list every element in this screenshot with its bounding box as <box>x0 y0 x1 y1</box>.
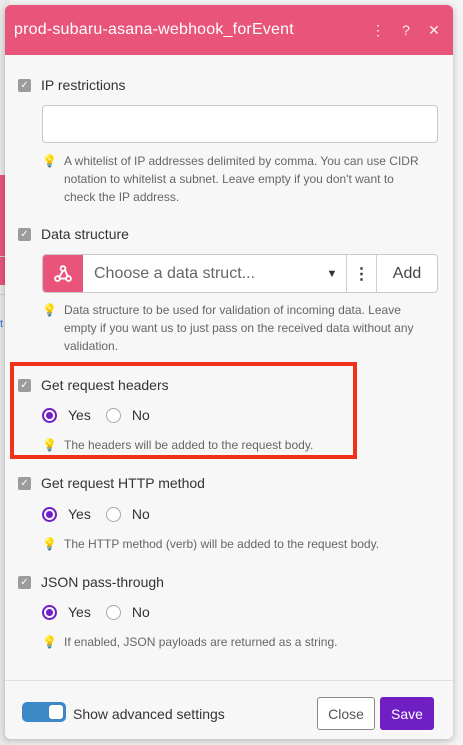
json-passthrough-hint: 💡 If enabled, JSON payloads are returned… <box>42 633 420 651</box>
http-method-no-option[interactable]: No <box>105 506 150 522</box>
checkbox-icon[interactable]: ✓ <box>18 575 31 589</box>
more-vertical-icon[interactable]: ⋮ <box>367 22 389 39</box>
ip-restrictions-input[interactable] <box>42 105 438 143</box>
lightbulb-icon: 💡 <box>42 154 57 168</box>
http-method-section: ✓ Get request HTTP method <box>18 475 205 491</box>
data-structure-select[interactable]: Choose a data struct... ▼ <box>83 255 347 292</box>
background-link-fragment: t <box>0 318 4 330</box>
highlight-box <box>10 362 357 459</box>
json-passthrough-radio-group: Yes No <box>42 604 165 620</box>
dialog-header: prod-subaru-asana-webhook_forEvent ⋮ ? ✕ <box>5 5 453 55</box>
help-icon[interactable]: ? <box>395 22 417 38</box>
radio-selected-icon[interactable] <box>42 604 57 620</box>
http-method-yes-label: Yes <box>68 506 91 522</box>
http-method-label: Get request HTTP method <box>41 475 205 491</box>
data-structure-section: ✓ Data structure <box>18 226 129 242</box>
chevron-down-icon: ▼ <box>326 267 338 280</box>
radio-unselected-icon[interactable] <box>105 604 121 620</box>
data-structure-hint-text: Data structure to be used for validation… <box>64 303 414 353</box>
advanced-settings-toggle[interactable] <box>22 702 66 722</box>
http-method-radio-group: Yes No <box>42 506 165 522</box>
json-passthrough-label: JSON pass-through <box>41 574 164 590</box>
data-structure-placeholder: Choose a data struct... <box>94 264 255 282</box>
ip-restrictions-section: ✓ IP restrictions <box>18 77 126 93</box>
data-structure-hint: 💡 Data structure to be used for validati… <box>42 301 420 355</box>
json-passthrough-hint-text: If enabled, JSON payloads are returned a… <box>64 635 338 649</box>
lightbulb-icon: 💡 <box>42 303 57 317</box>
http-method-yes-option[interactable]: Yes <box>42 506 91 522</box>
dialog-footer: Show advanced settings Close Save <box>5 680 453 739</box>
ip-restrictions-hint: 💡 A whitelist of IP addresses delimited … <box>42 152 420 206</box>
data-structure-menu-button[interactable]: ⋮ <box>347 255 377 292</box>
save-button[interactable]: Save <box>380 697 434 730</box>
dialog-title: prod-subaru-asana-webhook_forEvent <box>14 21 294 38</box>
lightbulb-icon: 💡 <box>42 635 57 649</box>
lightbulb-icon: 💡 <box>42 537 57 551</box>
json-passthrough-yes-option[interactable]: Yes <box>42 604 91 620</box>
json-passthrough-section: ✓ JSON pass-through <box>18 574 164 590</box>
json-passthrough-no-label: No <box>131 604 150 620</box>
radio-selected-icon[interactable] <box>42 506 57 522</box>
http-method-hint-text: The HTTP method (verb) will be added to … <box>64 537 380 551</box>
data-structure-label: Data structure <box>41 226 129 242</box>
toggle-knob <box>49 705 63 719</box>
data-structure-picker: Choose a data struct... ▼ ⋮ Add <box>42 254 438 293</box>
add-data-structure-button[interactable]: Add <box>377 255 437 292</box>
json-passthrough-yes-label: Yes <box>68 604 91 620</box>
json-passthrough-no-option[interactable]: No <box>105 604 150 620</box>
http-method-hint: 💡 The HTTP method (verb) will be added t… <box>42 535 420 553</box>
checkbox-icon[interactable]: ✓ <box>18 476 31 490</box>
close-button[interactable]: Close <box>317 697 375 730</box>
checkbox-icon[interactable]: ✓ <box>18 227 31 241</box>
close-icon[interactable]: ✕ <box>423 22 445 39</box>
ip-restrictions-hint-text: A whitelist of IP addresses delimited by… <box>64 154 419 204</box>
ip-restrictions-label: IP restrictions <box>41 77 126 93</box>
http-method-no-label: No <box>131 506 150 522</box>
radio-unselected-icon[interactable] <box>105 506 121 522</box>
checkbox-icon[interactable]: ✓ <box>18 78 31 92</box>
webhook-logo-icon <box>43 255 83 292</box>
advanced-settings-label: Show advanced settings <box>73 706 225 722</box>
